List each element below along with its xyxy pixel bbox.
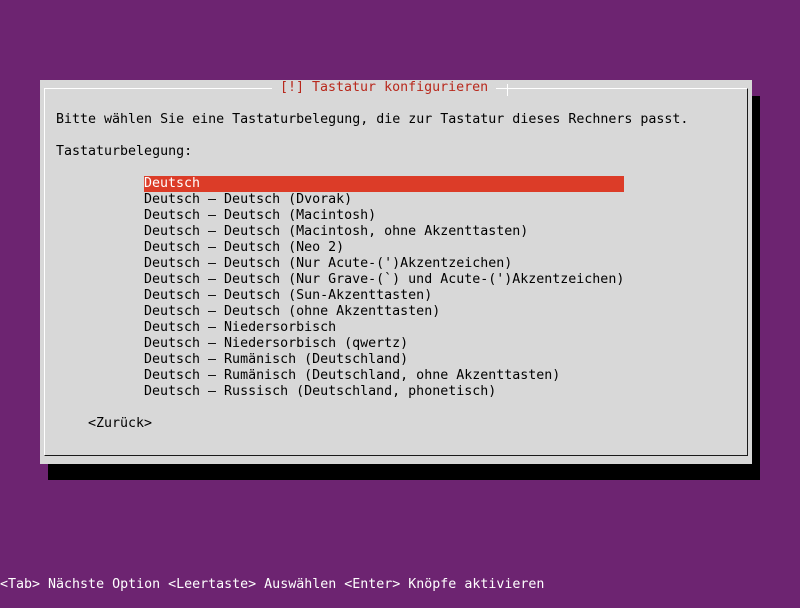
list-item[interactable]: Deutsch – Niedersorbisch (qwertz) <box>144 336 624 352</box>
status-bar-help: <Tab> Nächste Option <Leertaste> Auswähl… <box>0 577 545 592</box>
list-item[interactable]: Deutsch – Deutsch (Dvorak) <box>144 192 624 208</box>
field-label: Tastaturbelegung: <box>56 144 193 159</box>
status-bar: <Tab> Nächste Option <Leertaste> Auswähl… <box>0 576 800 600</box>
list-item[interactable]: Deutsch – Deutsch (Nur Acute-(')Akzentze… <box>144 256 624 272</box>
list-item[interactable]: Deutsch – Deutsch (Nur Grave-(`) und Acu… <box>144 272 624 288</box>
list-item-selected[interactable]: Deutsch <box>144 176 624 192</box>
list-item[interactable]: Deutsch – Rumänisch (Deutschland, ohne A… <box>144 368 624 384</box>
title-right-tick <box>504 80 512 96</box>
list-item[interactable]: Deutsch – Deutsch (Sun-Akzenttasten) <box>144 288 624 304</box>
list-item[interactable]: Deutsch – Deutsch (Macintosh) <box>144 208 624 224</box>
keyboard-config-dialog: [!] Tastatur konfigurieren Bitte wählen … <box>40 80 752 464</box>
list-item[interactable]: Deutsch – Rumänisch (Deutschland) <box>144 352 624 368</box>
list-item[interactable]: Deutsch – Deutsch (Neo 2) <box>144 240 624 256</box>
keyboard-layout-list[interactable]: Deutsch Deutsch – Deutsch (Dvorak) Deutsch… <box>144 176 624 400</box>
back-button[interactable]: <Zurück> <box>88 416 152 432</box>
dialog-title: [!] Tastatur konfigurieren <box>272 80 497 96</box>
list-item[interactable]: Deutsch – Russisch (Deutschland, phoneti… <box>144 384 624 400</box>
list-item[interactable]: Deutsch – Deutsch (Macintosh, ohne Akzen… <box>144 224 624 240</box>
list-item[interactable]: Deutsch – Deutsch (ohne Akzenttasten) <box>144 304 624 320</box>
dialog-prompt: Bitte wählen Sie eine Tastaturbelegung, … <box>56 112 689 127</box>
list-item[interactable]: Deutsch – Niedersorbisch <box>144 320 624 336</box>
